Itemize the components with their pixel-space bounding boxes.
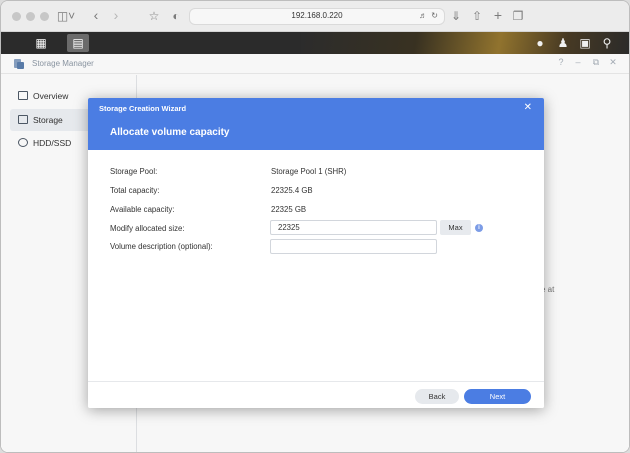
search-icon[interactable]: ⚲ xyxy=(598,35,616,51)
zoom-window-button[interactable] xyxy=(40,12,49,21)
back-icon[interactable]: ‹ xyxy=(89,8,103,24)
new-tab-icon[interactable]: + xyxy=(491,8,505,24)
browser-window: ◫˅ ‹ › ☆ ◐ 192.168.0.220 ♬ ↻ ⇓ ⇧ + ❐ ▦ ▤… xyxy=(0,0,630,453)
chat-icon[interactable]: ● xyxy=(531,35,549,51)
downloads-icon[interactable]: ⇓ xyxy=(449,8,463,24)
user-icon[interactable]: ♟ xyxy=(554,35,572,51)
available-capacity-value: 22325 GB xyxy=(271,205,307,214)
volume-description-label: Volume description (optional): xyxy=(110,242,213,251)
total-capacity-label: Total capacity: xyxy=(110,186,160,195)
forward-icon[interactable]: › xyxy=(109,8,123,24)
minimize-window-button[interactable] xyxy=(26,12,35,21)
address-bar[interactable]: 192.168.0.220 ♬ ↻ xyxy=(189,8,445,25)
sidebar-toggle-icon[interactable]: ◫˅ xyxy=(56,8,76,24)
info-icon[interactable]: i xyxy=(475,224,483,232)
tab-overview-icon[interactable]: ❐ xyxy=(511,8,525,24)
privacy-shield-icon[interactable]: ◐ xyxy=(169,8,183,24)
dialog-footer: Back Next xyxy=(88,381,544,408)
storage-manager-taskbar-icon[interactable]: ▤ xyxy=(67,34,89,52)
dialog-title: Storage Creation Wizard xyxy=(99,104,187,113)
storage-pool-value: Storage Pool 1 (SHR) xyxy=(271,167,347,176)
main-menu-grid-icon[interactable]: ▦ xyxy=(30,34,52,52)
share-icon[interactable]: ⇧ xyxy=(470,8,484,24)
total-capacity-value: 22325.4 GB xyxy=(271,186,313,195)
step-heading: Allocate volume capacity xyxy=(110,127,230,138)
widgets-icon[interactable]: ▣ xyxy=(576,35,594,51)
storage-creation-wizard-dialog: Storage Creation Wizard ✕ Allocate volum… xyxy=(88,98,544,408)
back-button[interactable]: Back xyxy=(415,389,459,404)
allocated-size-label: Modify allocated size: xyxy=(110,224,185,233)
address-text: 192.168.0.220 xyxy=(291,11,343,20)
volume-description-input[interactable] xyxy=(270,239,437,254)
close-window-button[interactable] xyxy=(12,12,21,21)
browser-toolbar: ◫˅ ‹ › ☆ ◐ 192.168.0.220 ♬ ↻ ⇓ ⇧ + ❐ xyxy=(1,1,629,32)
dialog-close-icon[interactable]: ✕ xyxy=(524,102,532,113)
allocated-size-input[interactable]: 22325 xyxy=(270,220,437,235)
storage-pool-label: Storage Pool: xyxy=(110,167,158,176)
max-button[interactable]: Max xyxy=(440,220,471,235)
dialog-header: Storage Creation Wizard ✕ Allocate volum… xyxy=(88,98,544,150)
available-capacity-label: Available capacity: xyxy=(110,205,175,214)
dsm-taskbar: ▦ ▤ ● ♟ ▣ ⚲ xyxy=(1,32,629,54)
reload-icon[interactable]: ♬ ↻ xyxy=(419,11,439,20)
next-button[interactable]: Next xyxy=(464,389,531,404)
favorites-star-icon[interactable]: ☆ xyxy=(147,8,161,24)
